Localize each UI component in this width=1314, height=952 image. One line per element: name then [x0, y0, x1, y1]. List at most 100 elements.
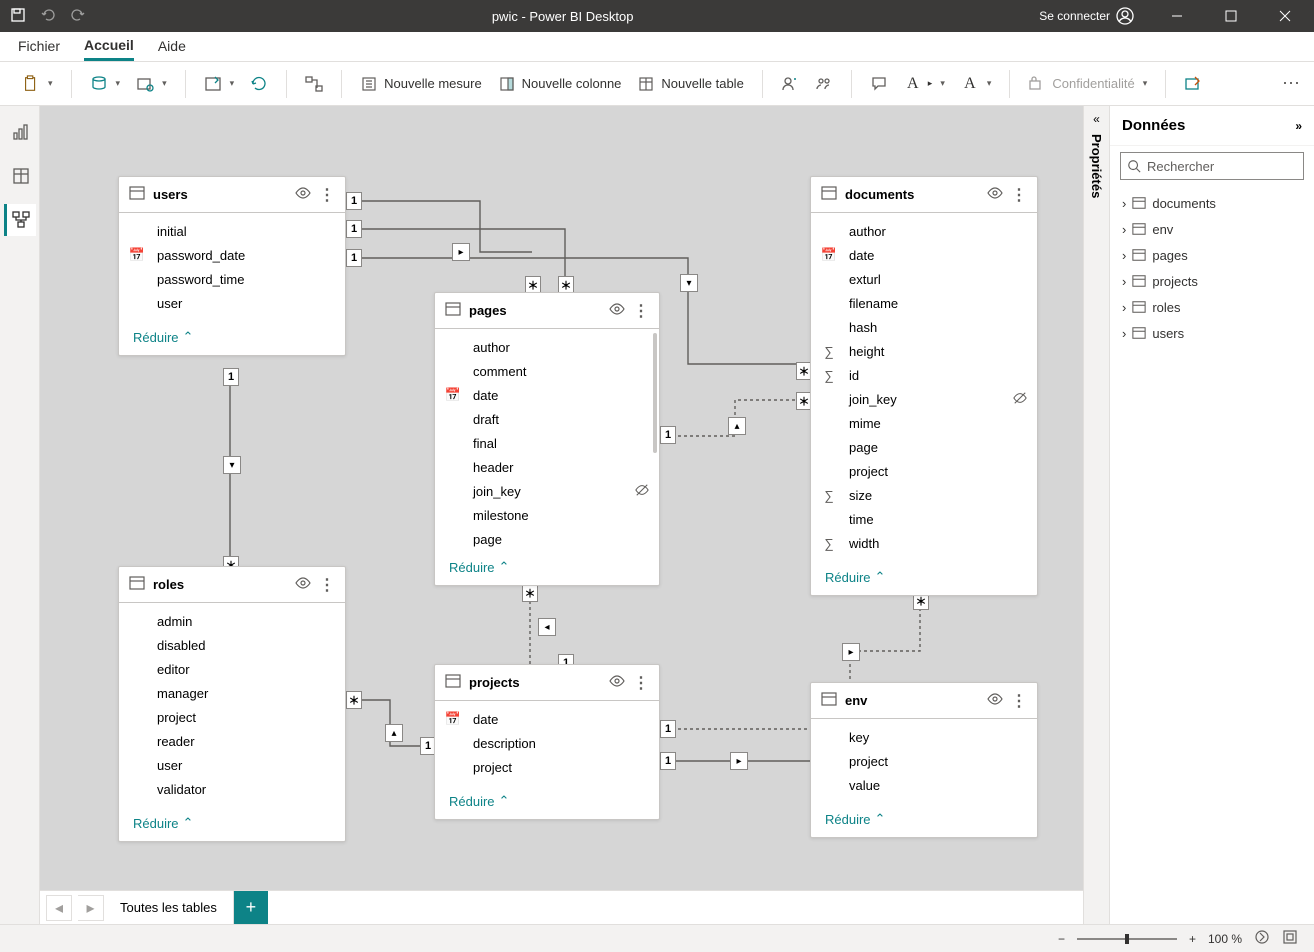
- model-canvas[interactable]: 1 1 1 ＊ ＊ 1 ＊ ＊ 1 ＊ 1 1 1 1 ＊ ＊ ＊ ＊ ▸ ▾ …: [40, 106, 1083, 924]
- fit-to-page-button[interactable]: [1254, 929, 1270, 948]
- new-table-button[interactable]: Nouvelle table: [631, 71, 749, 97]
- tab-file[interactable]: Fichier: [18, 31, 60, 61]
- tab-home[interactable]: Accueil: [84, 31, 134, 61]
- field-row[interactable]: editor: [119, 657, 345, 681]
- tab-nav-left[interactable]: ◂: [46, 895, 72, 921]
- collapse-button[interactable]: Réduire⌃: [811, 561, 1037, 595]
- visibility-icon[interactable]: [987, 185, 1003, 204]
- visibility-icon[interactable]: [295, 575, 311, 594]
- model-view-button[interactable]: [4, 204, 36, 236]
- field-row[interactable]: final: [435, 431, 659, 455]
- tree-item[interactable]: ›pages: [1118, 242, 1306, 268]
- more-icon[interactable]: ⋮: [1011, 691, 1027, 711]
- field-row[interactable]: ∑height: [811, 339, 1037, 363]
- field-row[interactable]: 📅date: [435, 707, 659, 731]
- field-row[interactable]: user: [119, 753, 345, 777]
- language-button[interactable]: A▸▾: [898, 71, 951, 97]
- data-source-button[interactable]: ▾: [130, 71, 173, 97]
- zoom-out-button[interactable]: −: [1058, 932, 1065, 946]
- more-icon[interactable]: ⋮: [319, 185, 335, 205]
- new-column-button[interactable]: Nouvelle colonne: [492, 71, 628, 97]
- search-input[interactable]: Rechercher: [1120, 152, 1304, 180]
- field-row[interactable]: time: [811, 507, 1037, 531]
- refresh-button[interactable]: [244, 71, 274, 97]
- field-row[interactable]: initial: [119, 219, 345, 243]
- collapse-button[interactable]: Réduire⌃: [119, 321, 345, 355]
- field-row[interactable]: draft: [435, 407, 659, 431]
- more-icon[interactable]: ⋮: [633, 673, 649, 693]
- visibility-icon[interactable]: [609, 301, 625, 320]
- save-icon[interactable]: [10, 7, 26, 26]
- field-row[interactable]: header: [435, 455, 659, 479]
- visibility-icon[interactable]: [987, 691, 1003, 710]
- table-roles[interactable]: roles ⋮ admin disabled editor manager pr…: [118, 566, 346, 842]
- signin-button[interactable]: Se connecter: [1039, 7, 1146, 25]
- field-row[interactable]: key: [811, 725, 1037, 749]
- add-page-button[interactable]: +: [234, 891, 268, 925]
- properties-panel-collapsed[interactable]: « Propriétés: [1083, 106, 1109, 924]
- field-row[interactable]: 📅password_date: [119, 243, 345, 267]
- more-icon[interactable]: ⋮: [1011, 185, 1027, 205]
- field-row[interactable]: join_key: [435, 479, 659, 503]
- field-row[interactable]: page: [435, 527, 659, 551]
- field-row[interactable]: exturl: [811, 267, 1037, 291]
- field-row[interactable]: description: [435, 731, 659, 755]
- tree-item[interactable]: ›roles: [1118, 294, 1306, 320]
- minimize-button[interactable]: [1154, 0, 1200, 32]
- field-row[interactable]: join_key: [811, 387, 1037, 411]
- collapse-button[interactable]: Réduire⌃: [119, 807, 345, 841]
- tab-nav-right[interactable]: ▸: [78, 895, 104, 921]
- field-row[interactable]: user: [119, 291, 345, 315]
- field-row[interactable]: 📅date: [435, 383, 659, 407]
- page-tab[interactable]: Toutes les tables: [104, 891, 234, 925]
- field-row[interactable]: 📅date: [811, 243, 1037, 267]
- table-pages[interactable]: pages ⋮ author comment 📅date draft final…: [434, 292, 660, 586]
- collapse-icon[interactable]: »: [1295, 119, 1302, 133]
- zoom-slider[interactable]: [1077, 938, 1177, 940]
- get-data-button[interactable]: ▾: [84, 71, 127, 97]
- close-button[interactable]: [1262, 0, 1308, 32]
- field-row[interactable]: disabled: [119, 633, 345, 657]
- field-row[interactable]: page: [811, 435, 1037, 459]
- tree-item[interactable]: ›users: [1118, 320, 1306, 346]
- report-view-button[interactable]: [4, 116, 36, 148]
- field-row[interactable]: author: [811, 219, 1037, 243]
- scrollbar[interactable]: [653, 333, 657, 453]
- field-row[interactable]: validator: [119, 777, 345, 801]
- paste-button[interactable]: ▾: [16, 71, 59, 97]
- field-row[interactable]: manager: [119, 681, 345, 705]
- relationships-button[interactable]: [299, 71, 329, 97]
- page-view-button[interactable]: [1282, 929, 1298, 948]
- table-users[interactable]: users ⋮ initial 📅password_date password_…: [118, 176, 346, 356]
- field-row[interactable]: project: [435, 755, 659, 779]
- field-row[interactable]: author: [435, 335, 659, 359]
- redo-icon[interactable]: [70, 7, 86, 26]
- field-row[interactable]: milestone: [435, 503, 659, 527]
- tree-item[interactable]: ›env: [1118, 216, 1306, 242]
- tab-help[interactable]: Aide: [158, 31, 186, 61]
- field-row[interactable]: password_time: [119, 267, 345, 291]
- field-row[interactable]: value: [811, 773, 1037, 797]
- collapse-button[interactable]: Réduire⌃: [435, 551, 659, 585]
- field-row[interactable]: ∑size: [811, 483, 1037, 507]
- field-row[interactable]: comment: [435, 359, 659, 383]
- visibility-icon[interactable]: [609, 673, 625, 692]
- view-as-button[interactable]: [809, 71, 839, 97]
- tree-item[interactable]: ›documents: [1118, 190, 1306, 216]
- more-icon[interactable]: ⋮: [319, 575, 335, 595]
- expand-icon[interactable]: «: [1093, 112, 1100, 126]
- field-row[interactable]: mime: [811, 411, 1037, 435]
- table-env[interactable]: env ⋮ key project value Réduire⌃: [810, 682, 1038, 838]
- more-icon[interactable]: ⋮: [633, 301, 649, 321]
- field-row[interactable]: project: [811, 459, 1037, 483]
- field-row[interactable]: filename: [811, 291, 1037, 315]
- maximize-button[interactable]: [1208, 0, 1254, 32]
- collapse-button[interactable]: Réduire⌃: [435, 785, 659, 819]
- roles-button[interactable]: [775, 71, 805, 97]
- visibility-icon[interactable]: [295, 185, 311, 204]
- zoom-in-button[interactable]: +: [1189, 932, 1196, 946]
- new-measure-button[interactable]: Nouvelle mesure: [354, 71, 488, 97]
- table-documents[interactable]: documents ⋮ author 📅date exturl filename…: [810, 176, 1038, 596]
- field-row[interactable]: hash: [811, 315, 1037, 339]
- field-row[interactable]: reader: [119, 729, 345, 753]
